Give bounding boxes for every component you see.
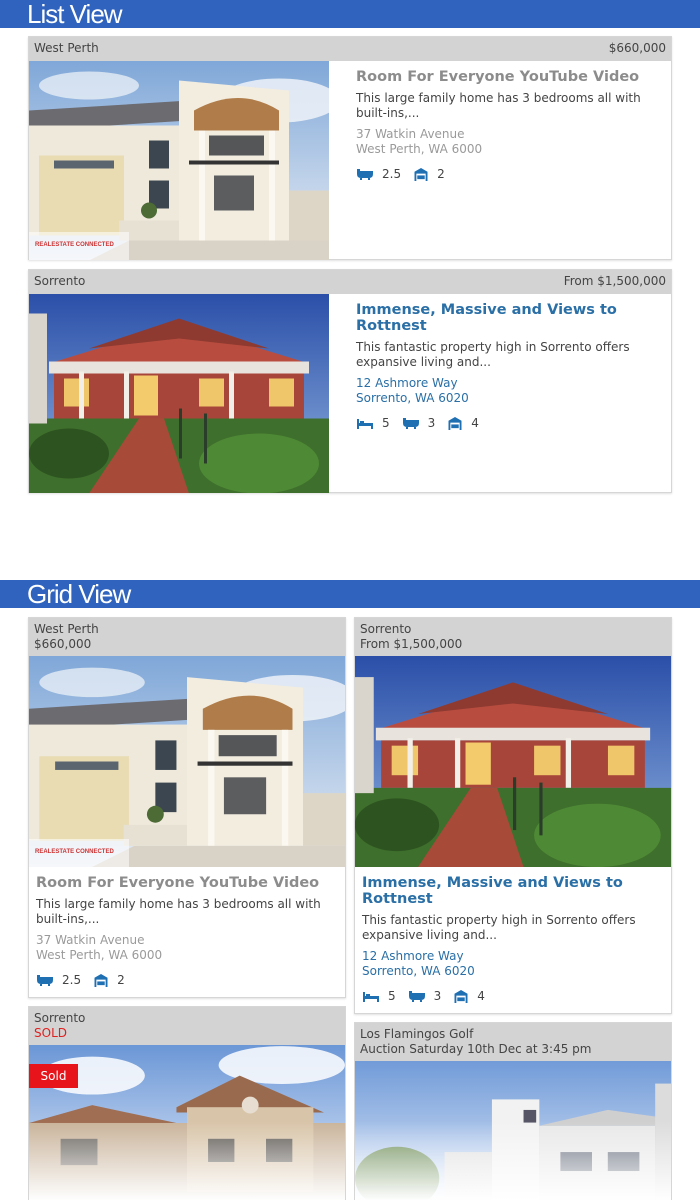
bed-count: 5	[382, 416, 390, 430]
property-photo[interactable]	[355, 656, 671, 867]
card-header: West Perth $660,000	[29, 618, 345, 656]
listing-title[interactable]: Immense, Massive and Views to Rottnest	[362, 875, 667, 907]
listing-features: 2.5 2	[36, 973, 341, 987]
listing-description: This fantastic property high in Sorrento…	[356, 340, 630, 369]
listing-address[interactable]: 37 Watkin Avenue West Perth, WA 6000	[356, 127, 666, 157]
listing-description: This large family home has 3 bedrooms al…	[356, 91, 641, 120]
card-header: Sorrento SOLD	[29, 1007, 345, 1045]
listing-title[interactable]: Immense, Massive and Views to Rottnest	[356, 302, 668, 334]
card-price: From $1,500,000	[563, 274, 666, 288]
card-suburb: Sorrento	[34, 274, 86, 288]
property-photo[interactable]: REALESTATE CONNECTED	[29, 656, 345, 867]
garage-icon	[447, 417, 463, 430]
card-suburb: West Perth	[34, 41, 99, 55]
garage-count: 2	[117, 973, 125, 987]
property-photo[interactable]: Sold	[29, 1045, 345, 1200]
garage-icon	[453, 990, 469, 1003]
bath-icon	[36, 974, 54, 986]
listing-address[interactable]: 12 Ashmore Way Sorrento, WA 6020	[362, 949, 667, 979]
property-photo[interactable]	[29, 294, 329, 493]
bath-count: 2.5	[62, 973, 82, 987]
grid-card-sorrento[interactable]: Sorrento From $1,500,000 Immense, Massiv…	[354, 617, 672, 1014]
garage-count: 4	[471, 416, 479, 430]
card-suburb: West Perth	[34, 622, 99, 636]
card-header: Los Flamingos Golf Auction Saturday 10th…	[355, 1023, 671, 1061]
listing-features: 2.5 2	[356, 167, 666, 181]
card-price: $660,000	[34, 637, 92, 651]
card-header: West Perth $660,000	[29, 37, 671, 61]
grid-view-header: Grid View	[0, 580, 700, 608]
card-price: SOLD	[34, 1026, 67, 1040]
garage-icon	[93, 974, 109, 987]
bath-count: 3	[427, 416, 436, 430]
listing-description: This large family home has 3 bedrooms al…	[36, 897, 321, 926]
list-card-sorrento[interactable]: Sorrento From $1,500,000 Immense, Massiv…	[28, 269, 672, 493]
listing-features: 5 3 4	[356, 416, 668, 430]
bed-count: 5	[388, 989, 396, 1003]
listing-description: This fantastic property high in Sorrento…	[362, 913, 636, 942]
list-view-header: List View	[0, 0, 700, 28]
card-suburb: Sorrento	[360, 622, 412, 636]
listing-address[interactable]: 12 Ashmore Way Sorrento, WA 6020	[356, 376, 668, 406]
card-price: Auction Saturday 10th Dec at 3:45 pm	[360, 1042, 592, 1056]
agency-logo: REALESTATE CONNECTED	[29, 232, 129, 260]
bath-icon	[356, 168, 374, 180]
grid-card-sorrento-sold[interactable]: Sorrento SOLD Sold	[28, 1006, 346, 1200]
bath-count: 2.5	[382, 167, 402, 181]
bath-count: 3	[433, 989, 442, 1003]
agency-logo: REALESTATE CONNECTED	[29, 839, 129, 867]
listing-features: 5 3 4	[362, 989, 667, 1003]
bath-icon	[402, 417, 420, 429]
grid-card-los-flamingos[interactable]: Los Flamingos Golf Auction Saturday 10th…	[354, 1022, 672, 1200]
card-header: Sorrento From $1,500,000	[355, 618, 671, 656]
listing-address[interactable]: 37 Watkin Avenue West Perth, WA 6000	[36, 933, 341, 963]
bed-icon	[362, 990, 380, 1002]
property-photo[interactable]: REALESTATE CONNECTED	[29, 61, 329, 260]
garage-count: 2	[437, 167, 445, 181]
card-suburb: Los Flamingos Golf	[360, 1027, 474, 1041]
bed-icon	[356, 417, 374, 429]
garage-count: 4	[477, 989, 485, 1003]
card-price: $660,000	[608, 41, 666, 55]
bath-icon	[408, 990, 426, 1002]
property-photo[interactable]	[355, 1061, 671, 1200]
card-suburb: Sorrento	[34, 1011, 86, 1025]
card-price: From $1,500,000	[360, 637, 463, 651]
card-header: Sorrento From $1,500,000	[29, 270, 671, 294]
listing-title[interactable]: Room For Everyone YouTube Video	[356, 69, 666, 85]
grid-card-west-perth[interactable]: West Perth $660,000 REALESTATE CONNECTED…	[28, 617, 346, 998]
list-card-west-perth[interactable]: West Perth $660,000 REALESTATE CONNECTED…	[28, 36, 672, 260]
sold-badge: Sold	[29, 1064, 78, 1088]
listing-title[interactable]: Room For Everyone YouTube Video	[36, 875, 341, 891]
garage-icon	[413, 168, 429, 181]
